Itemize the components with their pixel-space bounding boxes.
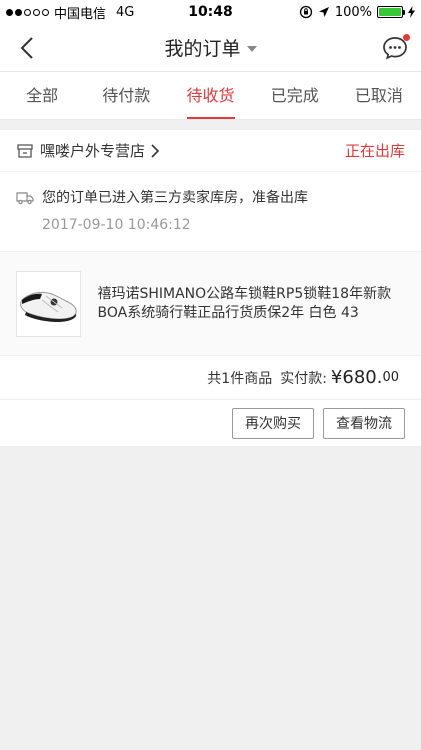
back-arrow-icon[interactable]: [14, 34, 42, 62]
chevron-down-icon: [246, 45, 257, 52]
order-total: 共1件商品 实付款: ¥680. 00: [0, 356, 421, 400]
chevron-right-icon: [151, 143, 160, 158]
shop-row[interactable]: 嘿喽户外专营店 正在出库: [0, 130, 421, 172]
tab-all[interactable]: 全部: [0, 72, 84, 119]
battery-icon: [377, 6, 405, 18]
tab-completed[interactable]: 已完成: [253, 72, 337, 119]
nav-bar: 我的订单: [0, 24, 421, 72]
order-card: 嘿喽户外专营店 正在出库 您的订单已进入第三方卖家库房，准备出库 2017-09…: [0, 130, 421, 446]
battery-percent: 100%: [334, 4, 372, 20]
product-row[interactable]: 禧玛诺SHIMANO公路车锁鞋RP5锁鞋18年新款BOA系统骑行鞋正品行货质保2…: [0, 252, 421, 356]
order-actions: 再次购买 查看物流: [0, 400, 421, 446]
product-image: [16, 270, 82, 337]
location-arrow-icon: [318, 7, 329, 17]
page-title-text: 我的订单: [164, 38, 241, 60]
product-title[interactable]: 禧玛诺SHIMANO公路车锁鞋RP5锁鞋18年新款BOA系统骑行鞋正品行货质保2…: [97, 285, 405, 323]
logistics-info[interactable]: 您的订单已进入第三方卖家库房，准备出库 2017-09-10 10:46:12: [0, 172, 421, 252]
item-count: 共1件商品: [207, 370, 273, 387]
message-badge: [403, 34, 410, 41]
cycling-shoe-image: [19, 291, 77, 322]
order-status: 正在出库: [344, 142, 405, 160]
status-right: 100%: [299, 5, 415, 20]
logistics-time: 2017-09-10 10:46:12: [42, 217, 191, 233]
message-button[interactable]: [381, 34, 410, 62]
view-logistics-button[interactable]: 查看物流: [323, 407, 405, 439]
rotation-lock-icon: [299, 5, 312, 19]
paid-amount: ¥680.: [330, 367, 383, 388]
tab-pending-receipt[interactable]: 待收货: [168, 72, 252, 119]
truck-icon: [16, 192, 34, 205]
tab-cancelled[interactable]: 已取消: [337, 72, 421, 119]
logistics-message: 您的订单已进入第三方卖家库房，准备出库: [42, 190, 308, 206]
paid-amount-cents: 00: [382, 370, 399, 385]
battery-fill: [379, 8, 401, 16]
paid-label: 实付款:: [280, 370, 327, 387]
shop-name[interactable]: 嘿喽户外专营店: [40, 140, 145, 161]
charging-bolt-icon: [408, 6, 415, 18]
logistics-text: 您的订单已进入第三方卖家库房，准备出库 2017-09-10 10:46:12: [42, 186, 308, 237]
tab-pending-payment[interactable]: 待付款: [84, 72, 168, 119]
status-bar: 中国电信 4G 10:48 100%: [0, 0, 421, 24]
order-tabs: 全部 待付款 待收货 已完成 已取消: [0, 72, 421, 120]
page-title[interactable]: 我的订单: [164, 34, 257, 61]
rebuy-button[interactable]: 再次购买: [232, 407, 314, 439]
shop-icon: [17, 143, 33, 158]
